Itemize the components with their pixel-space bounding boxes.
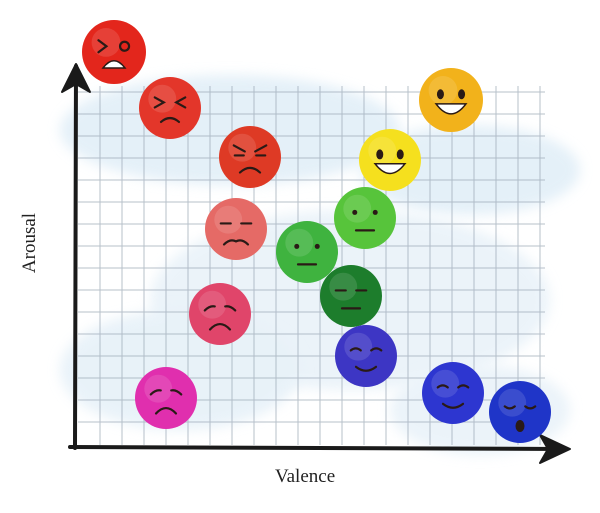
face-light-neutral [334, 187, 396, 249]
face-very-sad [135, 367, 197, 429]
x-axis-line [68, 445, 567, 451]
face-worried [205, 198, 267, 260]
face-big-smile [419, 68, 483, 132]
face-relaxed [422, 362, 484, 424]
valence-arousal-diagram [60, 20, 580, 464]
face-angry-shout [82, 20, 146, 84]
face-sleepy [489, 381, 551, 443]
face-smile [359, 129, 421, 191]
face-angry [219, 126, 281, 188]
x-axis-label: Valence [275, 466, 336, 487]
y-axis-line [73, 64, 78, 450]
y-axis-label: Arousal [19, 212, 40, 274]
face-sad [189, 283, 251, 345]
face-dark-neutral [320, 265, 382, 327]
face-calm [335, 325, 397, 387]
face-neutral [276, 221, 338, 283]
face-squint-frown [139, 77, 201, 139]
